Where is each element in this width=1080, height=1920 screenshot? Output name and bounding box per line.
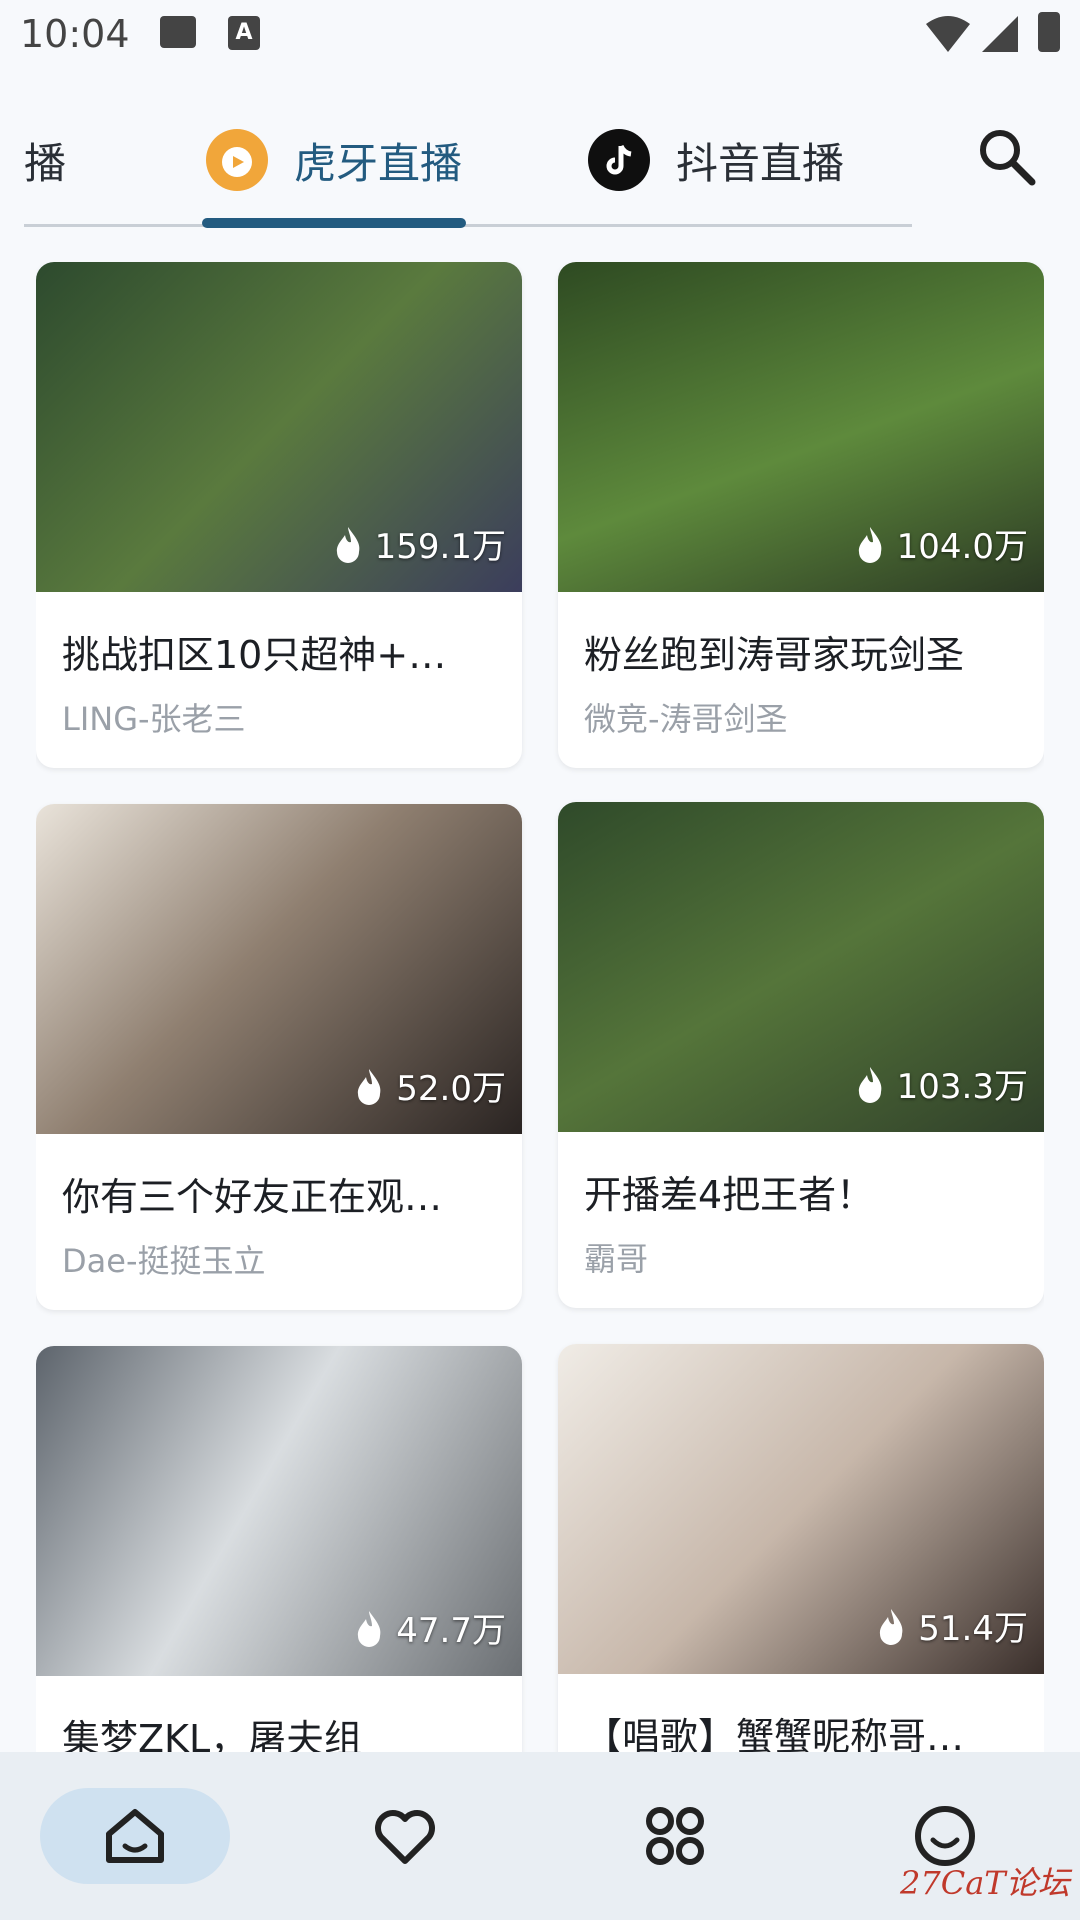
nav-categories[interactable] — [580, 1788, 770, 1884]
stream-title: 开播差4把王者！ — [584, 1173, 875, 1217]
heart-icon — [375, 1810, 435, 1864]
streamer-name: 微竞-涛哥剑圣 — [584, 700, 788, 738]
viewer-count: 51.4万 — [918, 1609, 1028, 1649]
tab-label: 抖音直播 — [676, 138, 845, 188]
viewer-badge: 47.7万 — [354, 1603, 506, 1652]
viewer-badge: 159.1万 — [333, 519, 506, 568]
nav-favorites[interactable] — [310, 1788, 500, 1884]
stream-thumbnail: 47.7万 — [36, 1346, 522, 1676]
viewer-badge: 52.0万 — [354, 1061, 506, 1110]
stream-thumbnail: 159.1万 — [36, 262, 522, 592]
tab-partial[interactable]: 播 — [0, 110, 66, 210]
tab-label: 虎牙直播 — [294, 138, 463, 188]
stream-thumbnail: 103.3万 — [558, 802, 1044, 1132]
streamer-name: LING-张老三 — [62, 700, 246, 738]
douyin-logo-icon — [588, 129, 650, 191]
flame-icon — [358, 1610, 381, 1647]
tab-indicator — [202, 218, 466, 228]
streamer-name: 霸哥 — [584, 1240, 649, 1278]
platform-tabs: 播 虎牙直播 抖音直播 — [0, 110, 1080, 230]
tab-label: 播 — [24, 138, 67, 188]
flame-icon — [336, 526, 360, 563]
stream-card[interactable]: 103.3万 开播差4把王者！ 霸哥 — [558, 802, 1044, 1308]
stream-card[interactable]: 159.1万 挑战扣区10只超神+… LING-张老三 — [36, 262, 522, 768]
stream-title: 粉丝跑到涛哥家玩剑圣 — [584, 633, 965, 677]
stream-title: 挑战扣区10只超神+… — [62, 633, 447, 677]
viewer-badge: 103.3万 — [855, 1059, 1028, 1108]
viewer-badge: 104.0万 — [855, 519, 1028, 568]
stream-card[interactable]: 104.0万 粉丝跑到涛哥家玩剑圣 微竞-涛哥剑圣 — [558, 262, 1044, 768]
battery-icon — [1038, 12, 1060, 52]
image-icon — [160, 16, 196, 48]
flame-icon — [358, 1068, 381, 1105]
stream-title: 【唱歌】蟹蟹昵称哥… — [584, 1715, 965, 1752]
home-icon — [106, 1809, 164, 1863]
signal-icon — [982, 16, 1018, 52]
stream-thumbnail: 52.0万 — [36, 804, 522, 1134]
stream-title: 集梦ZKL，屠夫组 — [62, 1717, 363, 1752]
tab-divider — [24, 224, 912, 227]
stream-grid: 159.1万 挑战扣区10只超神+… LING-张老三 104.0万 粉丝跑到涛… — [36, 262, 1044, 1752]
tab-douyin[interactable]: 抖音直播 — [588, 110, 844, 210]
stream-card[interactable]: 52.0万 你有三个好友正在观… Dae-挺挺玉立 — [36, 804, 522, 1310]
flame-icon — [880, 1608, 903, 1645]
flame-icon — [858, 1066, 882, 1103]
status-bar: 10:04 A — [0, 0, 1080, 72]
stream-thumbnail: 51.4万 — [558, 1344, 1044, 1674]
viewer-count: 47.7万 — [396, 1611, 506, 1651]
stream-card[interactable]: 47.7万 集梦ZKL，屠夫组 — [36, 1346, 522, 1752]
stream-title: 你有三个好友正在观… — [62, 1175, 443, 1219]
streamer-name: Dae-挺挺玉立 — [62, 1242, 266, 1280]
search-icon[interactable] — [972, 122, 1042, 192]
status-time: 10:04 — [20, 12, 130, 56]
huya-logo-icon — [206, 129, 268, 191]
stream-card[interactable]: 51.4万 【唱歌】蟹蟹昵称哥… — [558, 1344, 1044, 1752]
viewer-count: 159.1万 — [374, 527, 506, 567]
tab-huya[interactable]: 虎牙直播 — [206, 110, 462, 210]
stream-thumbnail: 104.0万 — [558, 262, 1044, 592]
viewer-count: 104.0万 — [896, 527, 1028, 567]
flame-icon — [858, 526, 882, 563]
watermark: 27CaT论坛 — [900, 1864, 1070, 1902]
nav-home[interactable] — [40, 1788, 230, 1884]
viewer-count: 103.3万 — [896, 1067, 1028, 1107]
wifi-icon — [926, 16, 970, 52]
viewer-badge: 51.4万 — [876, 1601, 1028, 1650]
grid-icon — [646, 1807, 704, 1865]
viewer-count: 52.0万 — [396, 1069, 506, 1109]
font-a-icon: A — [228, 16, 260, 50]
